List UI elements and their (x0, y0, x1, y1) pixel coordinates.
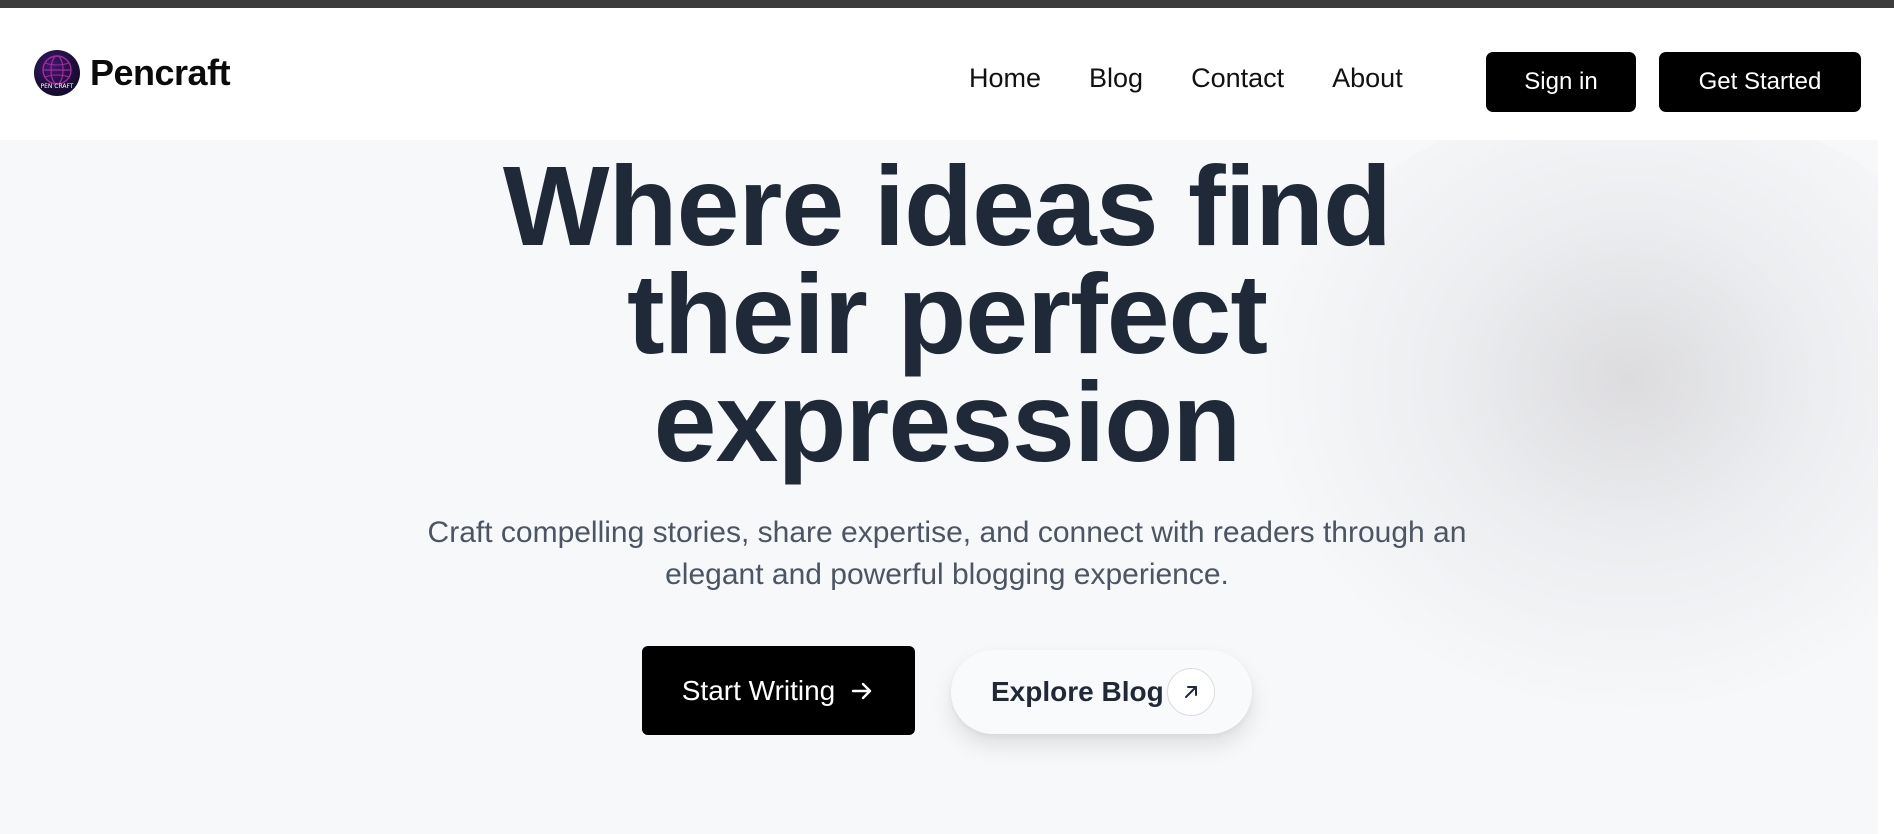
hero-title: Where ideas find their perfect expressio… (380, 150, 1514, 479)
hero-section: Where ideas find their perfect expressio… (0, 140, 1878, 834)
browser-top-bar (0, 0, 1894, 8)
main-nav: Home Blog Contact About (969, 58, 1451, 98)
nav-link-home[interactable]: Home (969, 63, 1041, 94)
logo-small-text: PEN CRAFT (40, 83, 73, 90)
get-started-button[interactable]: Get Started (1659, 52, 1861, 112)
sign-in-button[interactable]: Sign in (1486, 52, 1636, 112)
hero-title-line: expression (653, 359, 1242, 485)
explore-blog-label: Explore Blog (991, 676, 1164, 707)
site-header: PEN CRAFT Pencraft Home Blog Contact Abo… (0, 8, 1894, 140)
nav-link-about[interactable]: About (1332, 63, 1403, 94)
arrow-up-right-icon (1167, 668, 1215, 716)
page-scrollbar-gutter[interactable] (1878, 140, 1894, 834)
explore-blog-button[interactable]: Explore Blog (951, 650, 1252, 734)
arrow-right-icon (849, 678, 875, 704)
start-writing-label: Start Writing (681, 674, 836, 706)
hero-subtitle: Craft compelling stories, share expertis… (330, 512, 1564, 596)
brand-logo[interactable]: PEN CRAFT Pencraft (34, 48, 231, 98)
nav-link-contact[interactable]: Contact (1191, 63, 1284, 94)
start-writing-button[interactable]: Start Writing (642, 646, 915, 735)
nav-link-blog[interactable]: Blog (1089, 63, 1143, 94)
brand-name: Pencraft (90, 52, 231, 93)
pencraft-globe-logo-icon: PEN CRAFT (34, 50, 80, 96)
hero-subtitle-line: elegant and powerful blogging experience… (665, 558, 1229, 591)
hero-subtitle-line: Craft compelling stories, share expertis… (427, 516, 1467, 549)
